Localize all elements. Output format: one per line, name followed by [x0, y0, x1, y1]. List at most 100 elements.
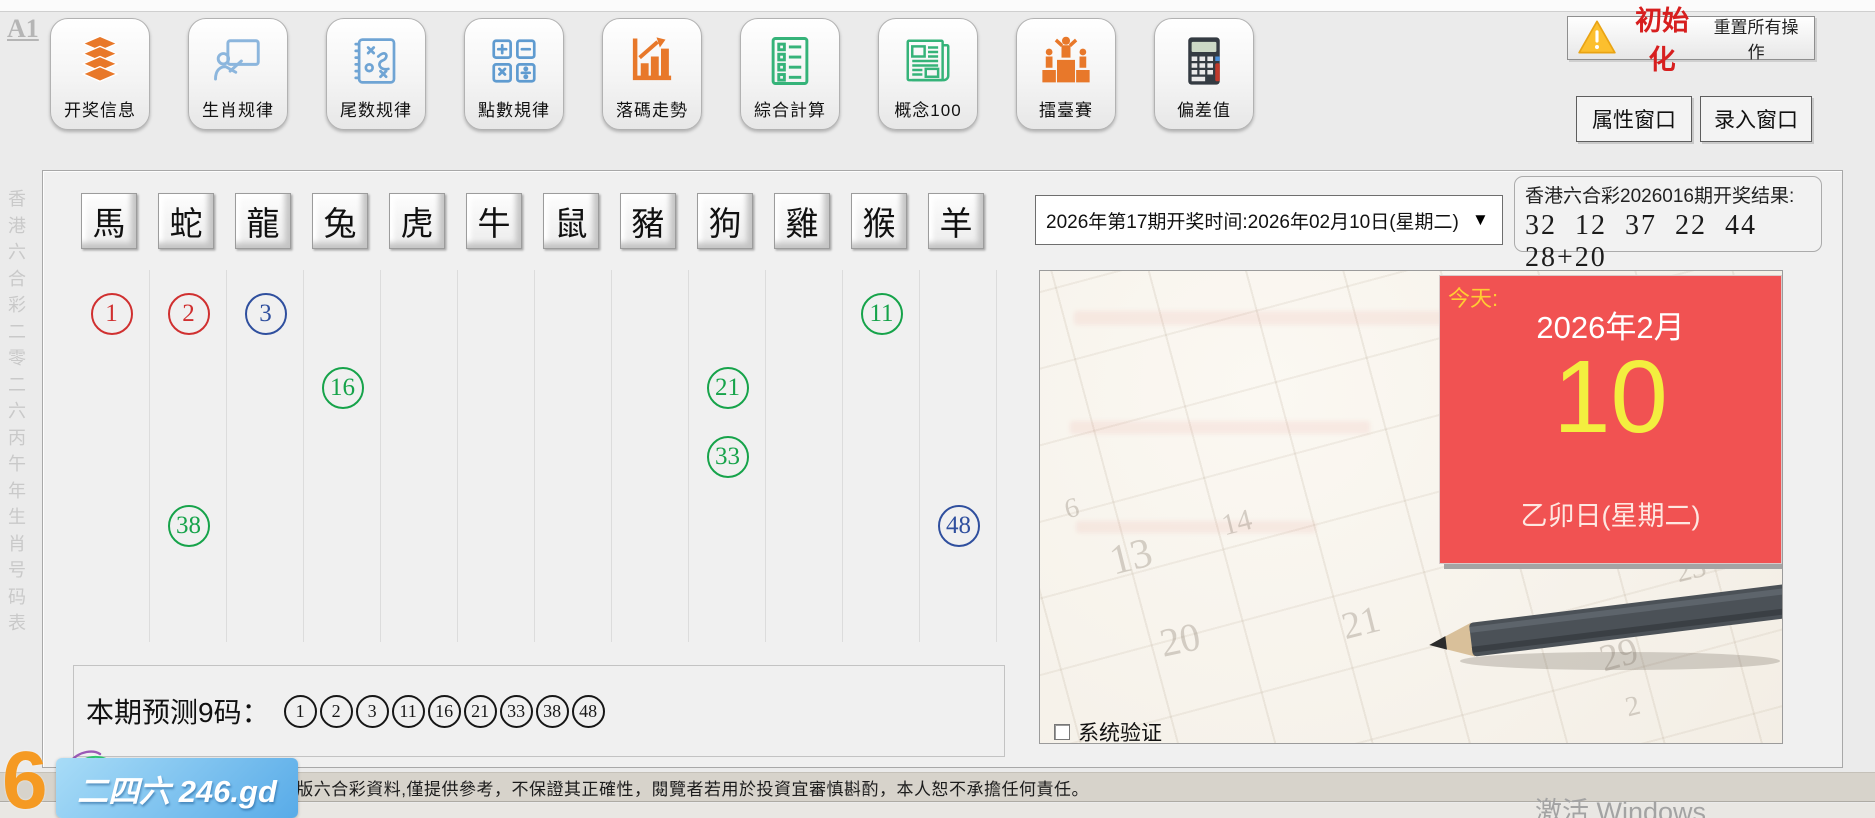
- grid-ball: 21: [707, 367, 749, 409]
- zodiac-tab[interactable]: 豬: [620, 193, 676, 249]
- entry-window-button[interactable]: 录入窗口: [1700, 96, 1812, 142]
- result-title: 香港六合彩2026016期开奖结果:: [1525, 181, 1813, 208]
- chart-icon: [625, 26, 679, 96]
- vertical-title-char: 表: [5, 610, 29, 637]
- zodiac-tab[interactable]: 龍: [235, 193, 291, 249]
- grid-ball: 38: [168, 505, 210, 547]
- toolbar-button-composite-calc[interactable]: 綜合計算: [740, 18, 840, 130]
- result-numbers: 32 12 37 22 44 28+20: [1525, 210, 1813, 274]
- zodiac-number-grid: 123163821331148: [73, 270, 997, 642]
- newspaper-icon: [901, 26, 955, 96]
- vertical-title-char: 肖: [5, 531, 29, 558]
- toolbar-button-label: 偏差值: [1177, 96, 1231, 121]
- toolbar-button-label: 尾数规律: [340, 96, 412, 121]
- main-panel: 馬蛇龍兔虎牛鼠豬狗雞猴羊 2026年第17期开奖时间:2026年02月10日(星…: [42, 170, 1843, 768]
- zodiac-tab[interactable]: 兔: [312, 193, 368, 249]
- vertical-title-char: 码: [5, 584, 29, 611]
- vertical-title-char: 丙: [5, 425, 29, 452]
- checkbox-icon[interactable]: [1054, 724, 1070, 740]
- prediction-ball: 38: [536, 695, 569, 728]
- watermark-box: 二四六 246.gd: [56, 758, 298, 818]
- grid-ball: 1: [91, 293, 133, 335]
- grid-ball: 16: [322, 367, 364, 409]
- toolbar-button-label: 开奖信息: [64, 96, 136, 121]
- zodiac-tab[interactable]: 牛: [466, 193, 522, 249]
- app-window: A1 开奖信息 生肖规律尾数规律 點數規律落碼走勢 綜合計算 概念100 擂臺賽 偏差值 初…: [0, 0, 1875, 818]
- zodiac-tab[interactable]: 羊: [928, 193, 984, 249]
- toolbar-button-falling-trend[interactable]: 落碼走勢: [602, 18, 702, 130]
- zodiac-tab[interactable]: 狗: [697, 193, 753, 249]
- grid-column-divider: [996, 270, 997, 642]
- system-verify-checkbox[interactable]: 系统验证: [1054, 717, 1162, 744]
- grid-ball: 2: [168, 293, 210, 335]
- strategy-icon: [349, 26, 403, 96]
- toolbar-button-label: 擂臺賽: [1039, 96, 1093, 121]
- prediction-ball: 21: [464, 695, 497, 728]
- prediction-ball: 16: [428, 695, 461, 728]
- toolbar-button-label: 綜合計算: [754, 96, 826, 121]
- calendar-card: 今天: 2026年2月 10 乙卯日(星期二): [1439, 275, 1782, 564]
- toolbar-button-tail-rule[interactable]: 尾数规律: [326, 18, 426, 130]
- prediction-ball: 11: [392, 695, 425, 728]
- books-icon: [73, 26, 127, 96]
- result-panel: 香港六合彩2026016期开奖结果: 32 12 37 22 44 28+20: [1514, 176, 1822, 252]
- pencil-image: [1410, 569, 1783, 679]
- initialize-button[interactable]: 初始化 重置所有操作: [1567, 16, 1815, 60]
- windows-activate-watermark: 激活 Windows: [1535, 790, 1706, 818]
- calendar-background-blur: [1070, 421, 1370, 434]
- prediction-ball: 3: [356, 695, 389, 728]
- calculator-icon: [1177, 26, 1231, 96]
- toolbar-button-label: 落碼走勢: [616, 96, 688, 121]
- grid-ball: 48: [938, 505, 980, 547]
- grid-column-divider: [919, 270, 920, 642]
- title-strip: [0, 0, 1875, 12]
- toolbar-button-label: 概念100: [894, 96, 961, 121]
- calendar-panel: 1314202122232962 今天: 2026年2月 10 乙卯日(星期二): [1039, 270, 1783, 744]
- zodiac-tab[interactable]: 虎: [389, 193, 445, 249]
- site-watermark: 6 二四六 246.gd: [0, 744, 310, 818]
- toolbar-button-zodiac-rule[interactable]: 生肖规律: [188, 18, 288, 130]
- toolbar: 开奖信息 生肖规律尾数规律 點數規律落碼走勢 綜合計算 概念100 擂臺賽 偏差值: [50, 18, 1254, 130]
- grid-column-divider: [303, 270, 304, 642]
- vertical-title-char: 年: [5, 478, 29, 505]
- checklist-icon: [763, 26, 817, 96]
- zodiac-tab[interactable]: 馬: [81, 193, 137, 249]
- grid-column-divider: [842, 270, 843, 642]
- vertical-title-char: 香: [5, 186, 29, 213]
- grid-column-divider: [226, 270, 227, 642]
- watermark-logo: 6: [2, 740, 48, 818]
- grid-column-divider: [765, 270, 766, 642]
- toolbar-button-lottery-info[interactable]: 开奖信息: [50, 18, 150, 130]
- toolbar-button-deviation[interactable]: 偏差值: [1154, 18, 1254, 130]
- grid-column-divider: [380, 270, 381, 642]
- watermark-text: 二四六 246.gd: [77, 766, 277, 811]
- zodiac-tab[interactable]: 蛇: [158, 193, 214, 249]
- period-dropdown[interactable]: 2026年第17期开奖时间:2026年02月10日(星期二) ▼: [1035, 195, 1503, 245]
- vertical-title-char: 六: [5, 398, 29, 425]
- zodiac-tab[interactable]: 鼠: [543, 193, 599, 249]
- prediction-ball: 1: [284, 695, 317, 728]
- side-vertical-title: 香港六合彩二零二六丙午年生肖号码表: [5, 186, 29, 637]
- grid-column-divider: [457, 270, 458, 642]
- vertical-title-char: 六: [5, 239, 29, 266]
- calendar-day-info: 乙卯日(星期二): [1440, 494, 1781, 533]
- vertical-title-char: 零: [5, 345, 29, 372]
- toolbar-button-arena-contest[interactable]: 擂臺賽: [1016, 18, 1116, 130]
- zodiac-tab[interactable]: 猴: [851, 193, 907, 249]
- system-verify-label: 系统验证: [1078, 717, 1162, 744]
- prediction-ball: 33: [500, 695, 533, 728]
- vertical-title-char: 彩: [5, 292, 29, 319]
- grid-column-divider: [534, 270, 535, 642]
- chevron-down-icon[interactable]: ▼: [1459, 210, 1502, 230]
- math-icon: [487, 26, 541, 96]
- vertical-title-char: 二: [5, 372, 29, 399]
- toolbar-button-points-rule[interactable]: 點數規律: [464, 18, 564, 130]
- properties-window-button[interactable]: 属性窗口: [1576, 96, 1692, 142]
- corner-label: A1: [7, 14, 39, 44]
- vertical-title-char: 港: [5, 213, 29, 240]
- zodiac-tab[interactable]: 雞: [774, 193, 830, 249]
- initialize-label: 初始化: [1624, 0, 1700, 77]
- prediction-ball: 48: [572, 695, 605, 728]
- toolbar-button-concept-100[interactable]: 概念100: [878, 18, 978, 130]
- grid-ball: 33: [707, 436, 749, 478]
